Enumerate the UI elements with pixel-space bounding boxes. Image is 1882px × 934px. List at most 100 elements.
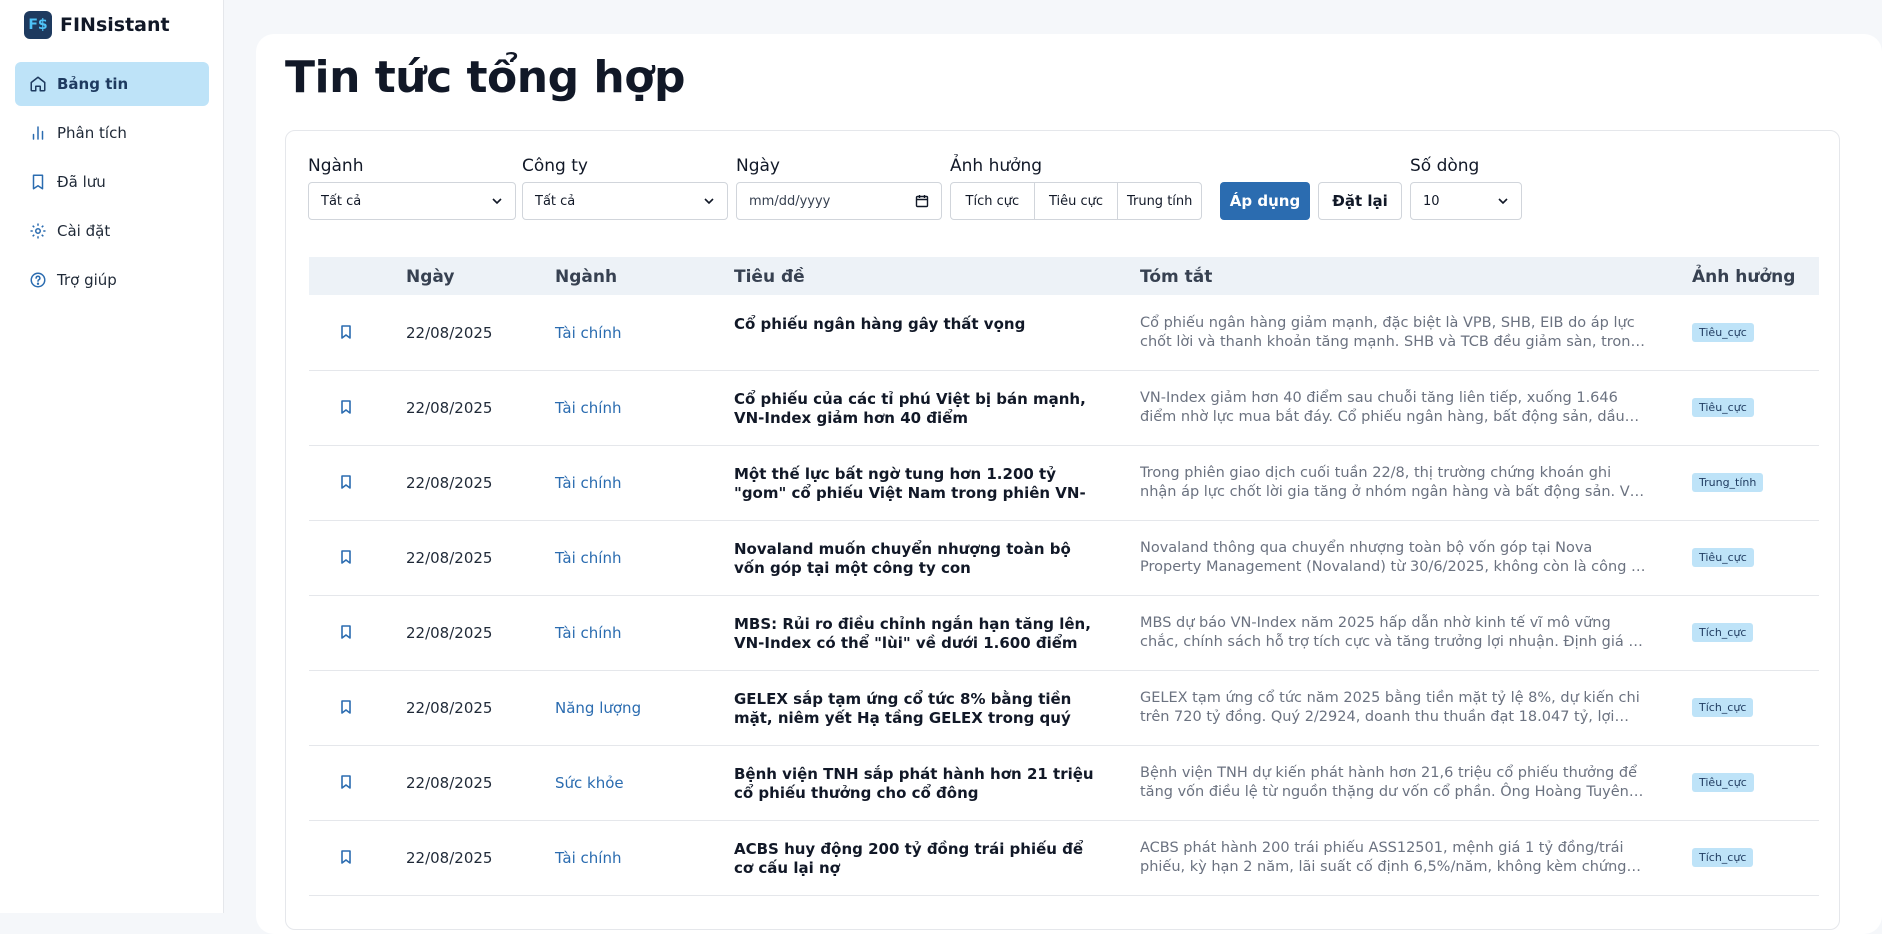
sidebar-item-label: Cài đặt — [57, 222, 111, 240]
bookmark-icon[interactable] — [338, 849, 354, 865]
chevron-down-icon — [1498, 198, 1508, 205]
brand[interactable]: F$ FINsistant — [24, 10, 170, 40]
column-header-sector[interactable]: Ngành — [555, 267, 617, 287]
rows-filter-label: Số dòng — [1410, 156, 1480, 176]
company-filter-label: Công ty — [522, 156, 588, 176]
chevron-down-icon — [704, 198, 714, 205]
row-summary: Novaland thông qua chuyển nhượng toàn bộ… — [1140, 540, 1646, 575]
date-input-placeholder: mm/dd/yyyy — [749, 193, 831, 209]
calendar-icon[interactable] — [915, 194, 929, 208]
sector-select[interactable]: Tất cả — [308, 182, 516, 220]
impact-badge: Trung_tính — [1692, 473, 1764, 492]
column-header-date[interactable]: Ngày — [406, 267, 454, 287]
bookmark-icon[interactable] — [338, 399, 354, 415]
app-name: FINsistant — [60, 14, 170, 36]
help-circle-icon — [30, 272, 46, 288]
row-summary: Trong phiên giao dịch cuối tuần 22/8, th… — [1140, 465, 1646, 500]
row-sector[interactable]: Tài chính — [555, 849, 621, 867]
row-sector[interactable]: Năng lượng — [555, 699, 641, 717]
bookmark-icon[interactable] — [338, 324, 354, 340]
row-date: 22/08/2025 — [406, 324, 493, 342]
row-title[interactable]: MBS: Rủi ro điều chỉnh ngắn hạn tăng lên… — [734, 615, 1104, 653]
bookmark-icon — [32, 174, 44, 190]
row-sector[interactable]: Tài chính — [555, 324, 621, 342]
bookmark-icon[interactable] — [338, 549, 354, 565]
table-row[interactable]: 22/08/2025 Tài chính Cổ phiếu của các tỉ… — [309, 371, 1819, 446]
impact-badge: Tiêu_cực — [1692, 323, 1754, 342]
home-icon — [30, 76, 46, 92]
sidebar-item-analysis[interactable]: Phân tích — [15, 111, 209, 155]
row-date: 22/08/2025 — [406, 699, 493, 717]
sidebar-item-saved[interactable]: Đã lưu — [15, 160, 209, 204]
table-row[interactable]: 22/08/2025 Tài chính Cổ phiếu ngân hàng … — [309, 296, 1819, 371]
table-row[interactable]: 22/08/2025 Tài chính Một thế lực bất ngờ… — [309, 446, 1819, 521]
row-date: 22/08/2025 — [406, 774, 493, 792]
table-row[interactable]: 22/08/2025 Sức khỏe Bệnh viện TNH sắp ph… — [309, 746, 1819, 821]
row-summary: Bệnh viện TNH dự kiến phát hành hơn 21,6… — [1140, 765, 1638, 800]
row-summary: VN-Index giảm hơn 40 điểm sau chuỗi tăng… — [1140, 390, 1625, 425]
bookmark-icon[interactable] — [338, 474, 354, 490]
impact-neutral-button[interactable]: Trung tính — [1118, 183, 1201, 219]
table-header: Ngày Ngành Tiêu đề Tóm tắt Ảnh hưởng — [309, 257, 1819, 295]
row-title[interactable]: Novaland muốn chuyển nhượng toàn bộ vốn … — [734, 540, 1104, 578]
company-select-value: Tất cả — [535, 193, 576, 209]
rows-per-page-select[interactable]: 10 — [1410, 182, 1522, 220]
row-title[interactable]: Bệnh viện TNH sắp phát hành hơn 21 triệu… — [734, 765, 1104, 803]
page-title: Tin tức tổng hợp — [285, 52, 685, 103]
sector-select-value: Tất cả — [321, 193, 362, 209]
row-sector[interactable]: Tài chính — [555, 624, 621, 642]
brand-logo-icon: F$ — [24, 11, 52, 39]
impact-badge: Tiêu_cực — [1692, 773, 1754, 792]
row-title[interactable]: Cổ phiếu ngân hàng gây thất vọng — [734, 315, 1104, 334]
sidebar-item-settings[interactable]: Cài đặt — [15, 209, 209, 253]
bookmark-icon[interactable] — [338, 624, 354, 640]
impact-badge: Tiêu_cực — [1692, 548, 1754, 567]
table-row[interactable]: 22/08/2025 Tài chính ACBS huy động 200 t… — [309, 821, 1819, 896]
row-title[interactable]: GELEX sắp tạm ứng cổ tức 8% bằng tiền mặ… — [734, 690, 1104, 728]
column-header-impact[interactable]: Ảnh hưởng — [1692, 267, 1795, 287]
sidebar-item-help[interactable]: Trợ giúp — [15, 258, 209, 302]
sidebar-item-label: Trợ giúp — [57, 271, 117, 289]
impact-negative-button[interactable]: Tiêu cực — [1035, 183, 1119, 219]
row-summary: GELEX tạm ứng cổ tức năm 2025 bằng tiền … — [1140, 690, 1640, 725]
row-date: 22/08/2025 — [406, 624, 493, 642]
bookmark-icon[interactable] — [338, 699, 354, 715]
row-title[interactable]: Cổ phiếu của các tỉ phú Việt bị bán mạnh… — [734, 390, 1104, 428]
rows-per-page-value: 10 — [1423, 193, 1440, 209]
bookmark-icon[interactable] — [338, 774, 354, 790]
sidebar: F$ FINsistant Bảng tin Phân tích Đã lưu … — [0, 0, 224, 913]
impact-badge: Tích_cực — [1692, 698, 1754, 717]
column-header-summary[interactable]: Tóm tắt — [1140, 267, 1212, 287]
row-date: 22/08/2025 — [406, 549, 493, 567]
sidebar-item-label: Đã lưu — [57, 173, 106, 191]
row-sector[interactable]: Tài chính — [555, 399, 621, 417]
row-date: 22/08/2025 — [406, 399, 493, 417]
news-table-body: 22/08/2025 Tài chính Cổ phiếu ngân hàng … — [309, 296, 1819, 896]
table-row[interactable]: 22/08/2025 Năng lượng GELEX sắp tạm ứng … — [309, 671, 1819, 746]
row-summary: Cổ phiếu ngân hàng giảm mạnh, đặc biệt l… — [1140, 315, 1640, 350]
gear-icon — [30, 223, 46, 239]
column-header-title[interactable]: Tiêu đề — [734, 267, 805, 287]
sidebar-item-dashboard[interactable]: Bảng tin — [15, 62, 209, 106]
row-title[interactable]: ACBS huy động 200 tỷ đồng trái phiếu để … — [734, 840, 1104, 878]
sidebar-nav: Bảng tin Phân tích Đã lưu Cài đặt Trợ gi… — [15, 62, 209, 307]
table-row[interactable]: 22/08/2025 Tài chính Novaland muốn chuyể… — [309, 521, 1819, 596]
impact-positive-button[interactable]: Tích cực — [951, 183, 1035, 219]
impact-badge: Tiêu_cực — [1692, 398, 1754, 417]
row-sector[interactable]: Tài chính — [555, 549, 621, 567]
impact-badge: Tích_cực — [1692, 848, 1754, 867]
row-date: 22/08/2025 — [406, 849, 493, 867]
date-filter-label: Ngày — [736, 156, 780, 176]
sidebar-item-label: Phân tích — [57, 124, 127, 142]
row-sector[interactable]: Sức khỏe — [555, 774, 624, 792]
company-select[interactable]: Tất cả — [522, 182, 728, 220]
apply-button[interactable]: Áp dụng — [1220, 182, 1310, 220]
row-date: 22/08/2025 — [406, 474, 493, 492]
impact-badge: Tích_cực — [1692, 623, 1754, 642]
table-row[interactable]: 22/08/2025 Tài chính MBS: Rủi ro điều ch… — [309, 596, 1819, 671]
reset-button[interactable]: Đặt lại — [1318, 182, 1402, 220]
row-summary: MBS dự báo VN-Index năm 2025 hấp dẫn nhờ… — [1140, 615, 1648, 650]
row-title[interactable]: Một thế lực bất ngờ tung hơn 1.200 tỷ "g… — [734, 465, 1104, 503]
date-input[interactable]: mm/dd/yyyy — [736, 182, 942, 220]
row-sector[interactable]: Tài chính — [555, 474, 621, 492]
